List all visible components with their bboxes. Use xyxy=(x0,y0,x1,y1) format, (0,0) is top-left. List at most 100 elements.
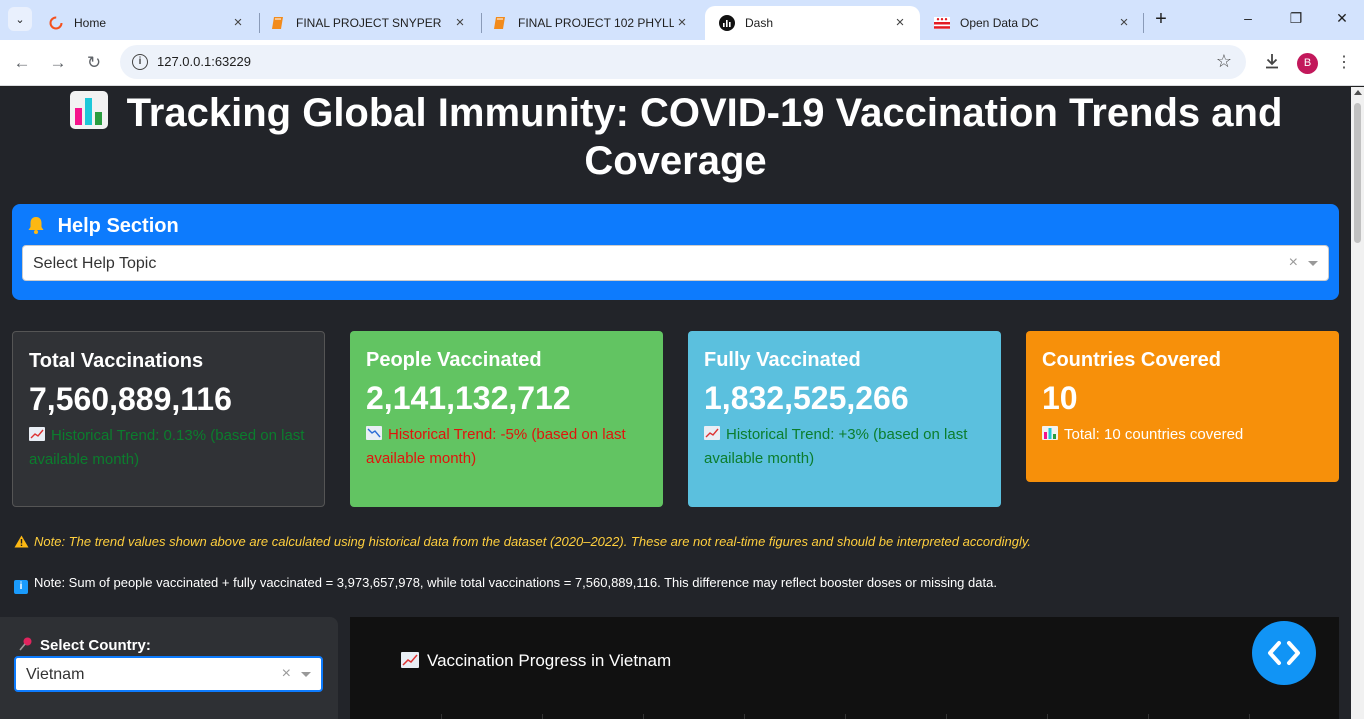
bar-chart-emoji-icon xyxy=(69,90,109,130)
code-brackets-icon xyxy=(1252,641,1316,689)
sum-note: i Note: Sum of people vaccinated + fully … xyxy=(14,575,997,594)
loading-ring-icon xyxy=(48,15,64,31)
card-trend: Historical Trend: +3% (based on last ava… xyxy=(704,423,985,471)
total-vaccinations-card: Total Vaccinations 7,560,889,116 Histori… xyxy=(12,331,325,507)
chart-gridline xyxy=(542,714,543,719)
download-icon[interactable] xyxy=(1261,52,1283,74)
browser-menu-icon[interactable]: ⋮ xyxy=(1333,52,1355,74)
page-scrollbar[interactable] xyxy=(1351,87,1364,719)
dash-app-page: Tracking Global Immunity: COVID-19 Vacci… xyxy=(0,87,1351,719)
chart-gridline xyxy=(441,714,442,719)
card-trend: Historical Trend: -5% (based on last ava… xyxy=(366,423,647,471)
card-trend-text: Total: 10 countries covered xyxy=(1064,426,1244,443)
card-trend: Historical Trend: 0.13% (based on last a… xyxy=(29,424,308,472)
countries-covered-card: Countries Covered 10 Total: 10 countries… xyxy=(1026,331,1339,482)
page-title: Tracking Global Immunity: COVID-19 Vacci… xyxy=(0,89,1351,185)
trend-disclaimer-text: Note: The trend values shown above are c… xyxy=(34,534,1032,549)
pushpin-icon xyxy=(18,637,40,654)
tab-home[interactable]: Home × xyxy=(34,6,258,40)
url-text: 127.0.0.1:63229 xyxy=(157,54,251,69)
trend-disclaimer-note: Note: The trend values shown above are c… xyxy=(14,534,1031,549)
info-icon: i xyxy=(14,580,28,594)
dc-flag-icon xyxy=(934,15,950,31)
chart-gridline xyxy=(1047,714,1048,719)
help-topic-placeholder: Select Help Topic xyxy=(33,255,157,272)
card-trend-text: Historical Trend: -5% (based on last ava… xyxy=(366,426,626,467)
card-title: Fully Vaccinated xyxy=(704,349,861,371)
card-value: 2,141,132,712 xyxy=(366,380,571,416)
tab-open-data-dc[interactable]: Open Data DC × xyxy=(920,6,1144,40)
restore-button[interactable]: ❐ xyxy=(1286,10,1306,30)
close-tab-icon[interactable]: × xyxy=(452,15,468,31)
close-window-button[interactable]: ✕ xyxy=(1332,10,1352,30)
chevron-down-icon[interactable] xyxy=(301,672,311,677)
card-value: 7,560,889,116 xyxy=(29,381,232,417)
card-title: People Vaccinated xyxy=(366,349,542,371)
book-icon xyxy=(270,15,286,31)
close-tab-icon[interactable]: × xyxy=(230,15,246,31)
site-info-icon[interactable]: i xyxy=(132,54,148,70)
chart-gridline xyxy=(946,714,947,719)
close-tab-icon[interactable]: × xyxy=(674,15,690,31)
back-button[interactable]: ← xyxy=(11,52,33,74)
scrollbar-thumb[interactable] xyxy=(1354,103,1361,243)
tab-divider xyxy=(1143,13,1144,33)
tab-search-button[interactable]: ⌄ xyxy=(8,7,32,31)
trend-up-icon xyxy=(29,425,45,441)
vaccination-progress-chart: Vaccination Progress in Vietnam xyxy=(350,617,1339,719)
close-tab-icon[interactable]: × xyxy=(892,15,908,31)
trend-down-icon xyxy=(366,424,382,440)
trend-up-icon xyxy=(401,651,427,670)
sum-note-text: Note: Sum of people vaccinated + fully v… xyxy=(34,575,997,590)
tab-label: FINAL PROJECT SNYPER xyxy=(296,16,442,30)
chart-gridline xyxy=(744,714,745,719)
select-country-label-text: Select Country: xyxy=(40,637,151,654)
warning-icon xyxy=(14,534,34,549)
bar-chart-icon xyxy=(1042,424,1058,440)
card-value: 10 xyxy=(1042,380,1078,416)
tab-dash[interactable]: Dash × xyxy=(705,6,920,40)
chart-title: Vaccination Progress in Vietnam xyxy=(401,651,671,671)
country-selector-panel: Select Country: Vietnam × xyxy=(0,617,338,719)
card-trend: Total: 10 countries covered xyxy=(1042,423,1323,447)
bell-icon xyxy=(26,215,58,237)
clear-icon[interactable]: × xyxy=(1289,254,1298,272)
country-dropdown[interactable]: Vietnam × xyxy=(14,656,323,692)
dash-logo-icon xyxy=(719,15,735,31)
browser-toolbar: ← → ↻ i 127.0.0.1:63229 ☆ B ⋮ xyxy=(0,40,1364,86)
close-tab-icon[interactable]: × xyxy=(1116,15,1132,31)
chart-gridline xyxy=(643,714,644,719)
book-icon xyxy=(492,15,508,31)
tab-label: Home xyxy=(74,16,107,30)
tab-label: Dash xyxy=(745,16,774,30)
chart-gridline xyxy=(1249,714,1250,719)
chevron-down-icon[interactable] xyxy=(1308,261,1318,266)
chart-title-text: Vaccination Progress in Vietnam xyxy=(427,651,672,670)
select-country-label: Select Country: xyxy=(18,636,151,654)
address-bar[interactable]: i 127.0.0.1:63229 ☆ xyxy=(120,45,1246,79)
minimize-button[interactable]: – xyxy=(1238,10,1258,30)
help-heading-text: Help Section xyxy=(57,215,179,237)
card-title: Total Vaccinations xyxy=(29,350,204,372)
chart-gridline xyxy=(845,714,846,719)
tab-label: Open Data DC xyxy=(960,16,1039,30)
profile-avatar[interactable]: B xyxy=(1297,53,1318,74)
forward-button[interactable]: → xyxy=(47,52,69,74)
new-tab-button[interactable]: + xyxy=(1150,9,1172,31)
help-topic-dropdown[interactable]: Select Help Topic × xyxy=(22,245,1329,281)
dash-debug-button[interactable] xyxy=(1252,621,1316,685)
tab-label: FINAL PROJECT 102 PHYLLIS xyxy=(518,16,674,30)
help-heading: Help Section xyxy=(26,215,179,238)
scroll-up-arrow-icon[interactable] xyxy=(1354,90,1362,95)
page-title-text: Tracking Global Immunity: COVID-19 Vacci… xyxy=(126,91,1283,183)
tab-final-project-snyper[interactable]: FINAL PROJECT SNYPER × xyxy=(256,6,480,40)
card-trend-text: Historical Trend: +3% (based on last ava… xyxy=(704,426,968,467)
chart-gridline xyxy=(1148,714,1149,719)
tab-final-project-102-phyllis[interactable]: FINAL PROJECT 102 PHYLLIS × xyxy=(478,6,702,40)
clear-icon[interactable]: × xyxy=(282,665,291,683)
card-title: Countries Covered xyxy=(1042,349,1221,371)
browser-tab-strip: ⌄ Home × FINAL PROJECT SNYPER × FINAL PR… xyxy=(0,0,1364,40)
reload-button[interactable]: ↻ xyxy=(83,52,105,74)
card-trend-text: Historical Trend: 0.13% (based on last a… xyxy=(29,427,305,468)
bookmark-star-icon[interactable]: ☆ xyxy=(1216,51,1232,72)
